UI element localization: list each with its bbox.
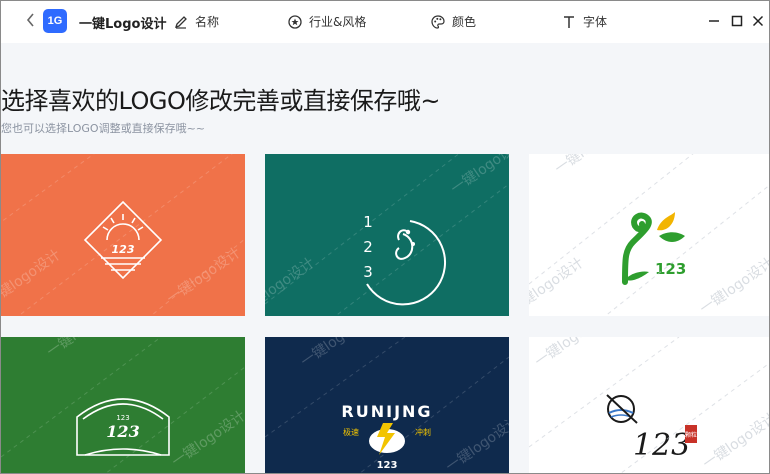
nav-industry-label: 行业&风格 [309, 15, 367, 29]
minimize-icon[interactable] [706, 13, 722, 29]
logo-card-5-art: RUNIJNG 极速 冲刺 123 一键logo设计 一键logo设计 [265, 337, 509, 473]
star-circle-icon [287, 14, 303, 30]
palette-icon [430, 14, 446, 30]
svg-text:123: 123 [116, 414, 129, 422]
app-window: 1G 一键Logo设计 名称 行业&风格 颜色 字体 选择喜欢的LOGO修改完善… [0, 0, 770, 474]
nav-font-label: 字体 [583, 15, 608, 29]
card-2-number-1: 1 [363, 213, 373, 231]
page-title: 选择喜欢的LOGO修改完善或直接保存哦~ [1, 87, 441, 115]
text-t-icon [561, 14, 577, 30]
card-1-bg [1, 154, 245, 316]
back-chevron-icon[interactable] [24, 13, 38, 31]
page-subtitle: 您也可以选择LOGO调整或直接保存哦~~ [1, 122, 206, 135]
logo-card-6-art: 123 颗粒 一键logo设计 一键logo设计 [529, 337, 769, 473]
logo-card-4[interactable]: 123 123 一键logo设计 一键logo设计 [1, 337, 245, 473]
logo-card-3[interactable]: 123 一键logo设计 一键logo设计 一键logo设计 [529, 154, 769, 316]
logo-card-2[interactable]: 1 2 3 一键logo设计 一键logo设计 [265, 154, 509, 316]
nav-font[interactable]: 字体 [561, 13, 607, 30]
card-3-number: 123 [655, 260, 686, 278]
nav-industry-style[interactable]: 行业&风格 [287, 13, 366, 30]
card-5-left-text: 极速 [343, 427, 359, 437]
card-5-right-text: 冲刺 [415, 427, 431, 437]
card-4-number: 123 [106, 422, 139, 441]
app-title: 一键Logo设计 [79, 17, 167, 32]
card-5-number: 123 [377, 460, 398, 471]
svg-text:颗粒: 颗粒 [685, 431, 697, 439]
logo-card-1-art: 123 一键logo设计 一键logo设计 [1, 154, 245, 316]
nav-name-label: 名称 [195, 15, 220, 29]
logo-card-1[interactable]: 123 一键logo设计 一键logo设计 [1, 154, 245, 316]
maximize-icon[interactable] [729, 13, 745, 29]
card-1-number: 123 [112, 243, 135, 256]
card-2-number-3: 3 [363, 263, 373, 281]
nav-color-label: 颜色 [452, 15, 477, 29]
pencil-icon [173, 14, 189, 30]
logo-card-5[interactable]: RUNIJNG 极速 冲刺 123 一键logo设计 一键logo设计 [265, 337, 509, 473]
app-logo-icon: 1G [43, 9, 67, 33]
title-bar: 1G 一键Logo设计 名称 行业&风格 颜色 字体 [1, 1, 769, 43]
logo-card-3-art: 123 一键logo设计 一键logo设计 一键logo设计 [529, 154, 769, 316]
card-5-brand-text: RUNIJNG [341, 402, 432, 421]
nav-name[interactable]: 名称 [173, 13, 219, 30]
logo-card-6[interactable]: 123 颗粒 一键logo设计 一键logo设计 [529, 337, 769, 473]
logo-card-2-art: 1 2 3 一键logo设计 一键logo设计 [265, 154, 509, 316]
nav-color[interactable]: 颜色 [430, 13, 476, 30]
card-2-number-2: 2 [363, 238, 373, 256]
close-icon[interactable] [750, 13, 766, 29]
logo-card-4-art: 123 123 一键logo设计 一键logo设计 [1, 337, 245, 473]
